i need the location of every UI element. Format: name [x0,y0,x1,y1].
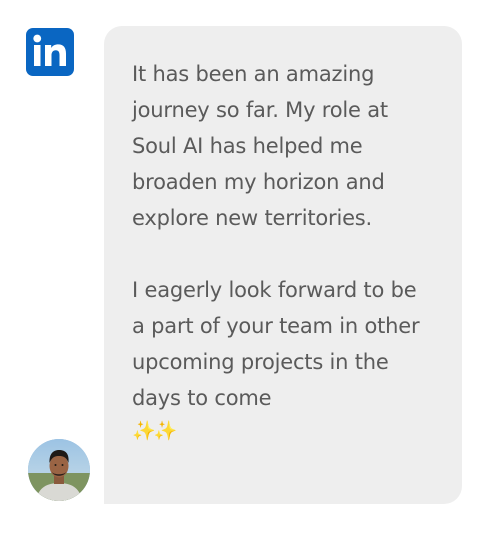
message-bubble: It has been an amazing journey so far. M… [104,26,462,504]
testimonial-message: It has been an amazing journey so far. M… [132,62,420,410]
user-avatar[interactable] [28,439,90,501]
sparkles-emoji: ✨✨ [132,420,177,442]
person-photo-icon [28,439,90,501]
testimonial-card: It has been an amazing journey so far. M… [0,0,490,540]
linkedin-icon[interactable] [26,28,74,76]
